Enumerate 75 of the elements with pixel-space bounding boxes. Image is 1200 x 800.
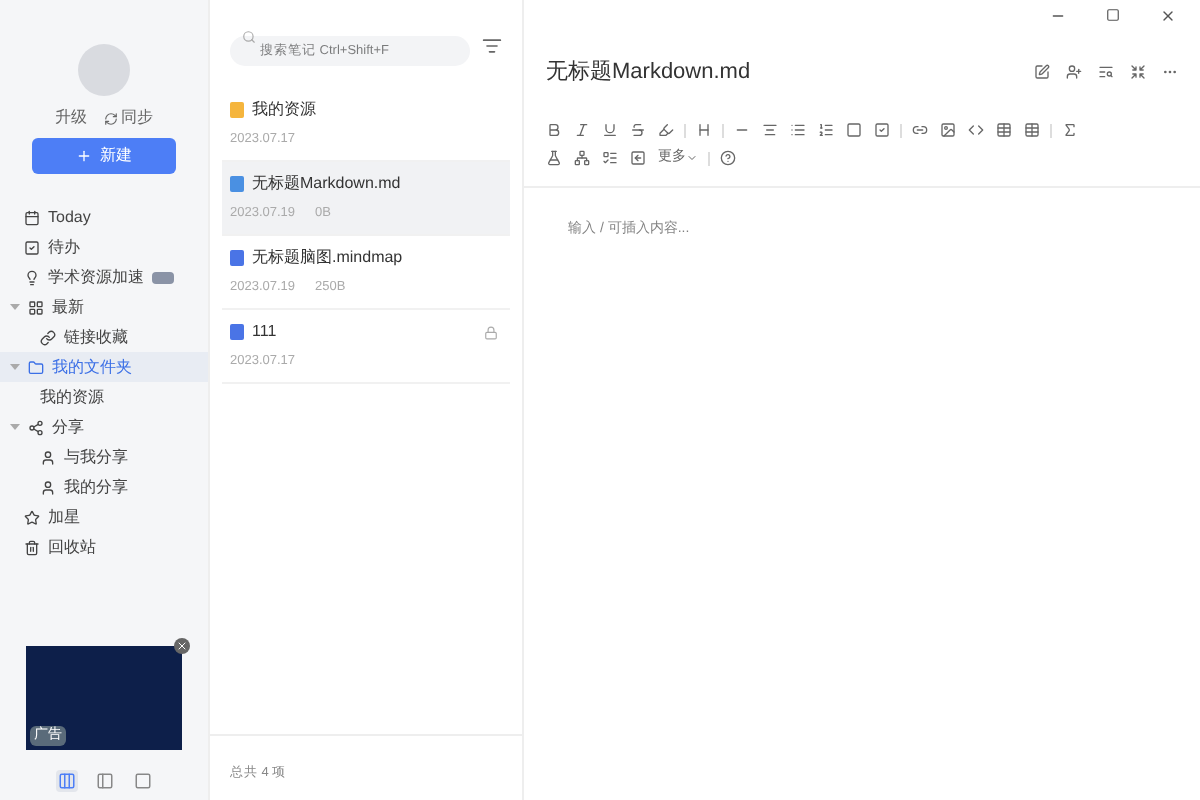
mindmap-file-icon — [230, 250, 244, 267]
sidebar-item[interactable]: 我的文件夹 — [0, 352, 208, 382]
list-icon[interactable] — [602, 150, 618, 167]
diagram-icon[interactable] — [574, 150, 590, 167]
link-icon — [40, 329, 56, 345]
document-title: 无标题Markdown.md — [546, 57, 753, 88]
file-name: 无标题Markdown.md — [252, 172, 401, 197]
close-icon[interactable] — [1160, 8, 1176, 24]
checkbox-icon — [24, 239, 40, 255]
sidebar-item[interactable]: 加星 — [0, 502, 208, 532]
markdown-file-icon — [230, 176, 244, 193]
file-name: 无标题脑图.mindmap — [252, 246, 403, 271]
trash-icon — [24, 539, 40, 555]
calendar-icon — [24, 209, 40, 225]
sidebar-item[interactable]: 我的资源 — [0, 382, 208, 412]
square-icon[interactable] — [846, 122, 862, 138]
underline-icon[interactable] — [602, 122, 618, 138]
share-icon — [28, 419, 44, 435]
search-icon — [242, 30, 256, 44]
view-mode-button[interactable] — [93, 770, 115, 792]
sync-button[interactable]: 同步 — [103, 106, 153, 130]
code-icon[interactable] — [968, 122, 984, 138]
document-icon — [230, 324, 244, 341]
caret-icon — [10, 302, 20, 312]
sidebar-item[interactable]: 学术资源加速 — [0, 262, 208, 292]
embed-icon[interactable] — [630, 150, 646, 167]
checkbox-icon[interactable] — [874, 122, 890, 138]
sigma-icon[interactable] — [1062, 122, 1078, 138]
strikethrough-icon[interactable] — [630, 122, 646, 138]
caret-icon — [10, 422, 20, 432]
sidebar-item[interactable]: 链接收藏 — [0, 322, 208, 352]
caret-icon — [10, 362, 20, 372]
star-icon — [24, 509, 40, 525]
help-icon[interactable] — [720, 150, 736, 167]
maximize-icon[interactable] — [1106, 8, 1120, 22]
edit-icon[interactable] — [1034, 64, 1050, 80]
user-icon — [40, 479, 56, 495]
file-name: 111 — [252, 320, 277, 345]
shrink-icon[interactable] — [1130, 64, 1146, 80]
sidebar-item[interactable]: 最新 — [0, 292, 208, 322]
view-mode-button[interactable] — [131, 770, 153, 792]
sidebar-item[interactable]: 我的分享 — [0, 472, 208, 502]
lightbulb-icon — [24, 269, 40, 285]
sidebar-item[interactable]: 与我分享 — [0, 442, 208, 472]
file-name: 我的资源 — [252, 98, 316, 123]
flask-icon[interactable] — [546, 150, 562, 167]
new-button[interactable]: 新建 — [32, 138, 176, 174]
highlighter-icon[interactable] — [658, 122, 674, 138]
grid-icon[interactable] — [1024, 122, 1040, 138]
upgrade-link[interactable]: 升级 — [55, 106, 87, 130]
grid-icon — [28, 299, 44, 315]
user-icon[interactable] — [1066, 64, 1082, 80]
plus-icon — [76, 148, 92, 164]
close-icon[interactable] — [174, 638, 190, 654]
sidebar-item[interactable]: 回收站 — [0, 532, 208, 562]
italic-icon[interactable] — [574, 122, 590, 138]
sidebar-item[interactable]: Today — [0, 202, 208, 232]
caret-icon — [686, 152, 698, 165]
sidebar-item[interactable]: 待办 — [0, 232, 208, 262]
folder-icon — [230, 102, 244, 119]
align-icon[interactable] — [762, 122, 778, 138]
link-icon[interactable] — [912, 122, 928, 138]
folder-icon — [28, 359, 44, 375]
sort-icon[interactable] — [482, 36, 502, 56]
image-icon[interactable] — [940, 122, 956, 138]
bullet-list-icon[interactable] — [790, 122, 806, 138]
refresh-icon — [103, 111, 117, 125]
user-icon — [40, 449, 56, 465]
bold-icon[interactable] — [546, 122, 562, 138]
sidebar-item[interactable]: 分享 — [0, 412, 208, 442]
numbered-list-icon[interactable] — [818, 122, 834, 138]
table-icon[interactable] — [996, 122, 1012, 138]
outline-icon[interactable] — [1098, 64, 1114, 80]
heading-icon[interactable] — [696, 122, 712, 138]
view-mode-button[interactable] — [55, 770, 77, 792]
